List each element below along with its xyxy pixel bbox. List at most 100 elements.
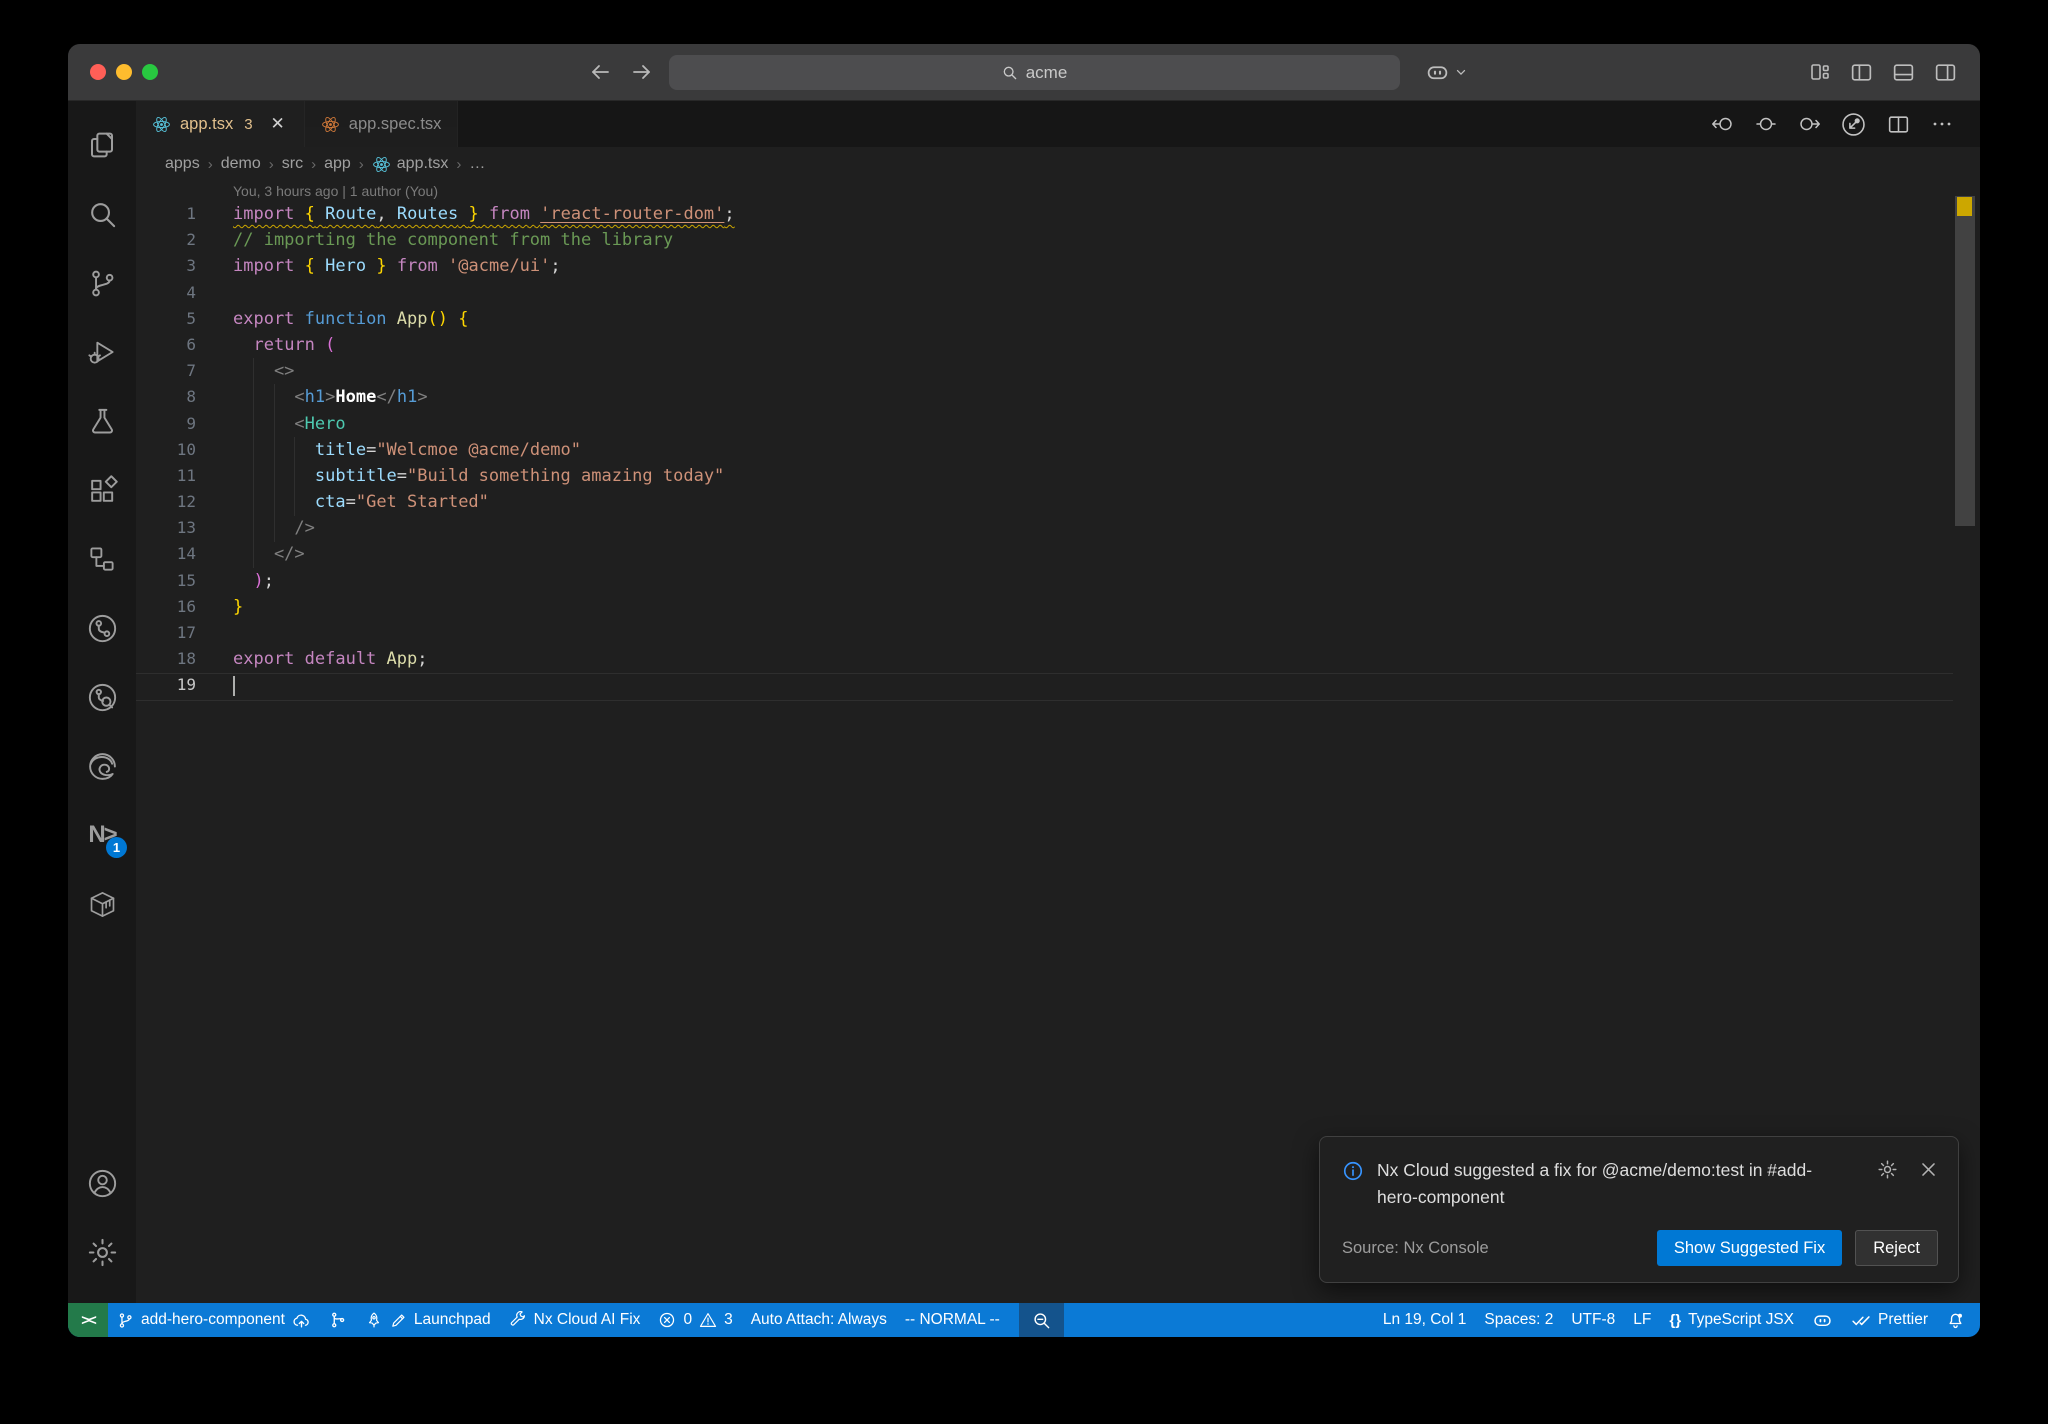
code-editor[interactable]: 1 import { Route, Routes } from 'react-ro… [136,201,1980,699]
activity-bar-item-gitlens-inspect[interactable] [84,679,120,715]
activity-bar-item-settings[interactable] [84,1234,120,1270]
settings-icon [86,1236,119,1269]
arrow-forward-icon[interactable] [630,60,654,84]
activity-bar-item-references[interactable] [84,541,120,577]
zoom-indicator-item[interactable] [1018,1303,1064,1337]
reject-button[interactable]: Reject [1855,1230,1938,1266]
breadcrumb-item-demo[interactable]: demo [221,155,261,173]
language-mode-item[interactable]: {} TypeScript JSX [1660,1303,1803,1337]
status-label: -- NORMAL -- [904,1311,1000,1328]
nx-cloud-ai-fix-item[interactable]: Nx Cloud AI Fix [500,1303,650,1337]
minimize-window-button[interactable] [116,64,132,80]
breadcrumb[interactable]: apps › demo › src › app › app.tsx ›… [136,147,1980,181]
status-bar: >< add-hero-component Launchpad Nx Cloud AI… [68,1303,1980,1337]
activity-bar-item-explorer[interactable] [84,127,120,163]
title-bar: acme [68,44,1980,101]
auto-attach-item[interactable]: Auto Attach: Always [742,1303,896,1337]
toggle-panel-icon[interactable] [1891,60,1916,85]
activity-bar-item-edge-browser[interactable] [84,748,120,784]
problems-item[interactable]: 03 [649,1303,741,1337]
breadcrumb-separator: › [311,155,317,173]
code-line-5: 5 export function App() { [136,306,1980,332]
line-number: 8 [186,387,196,407]
activity-bar-item-search[interactable] [84,196,120,232]
copilot-icon[interactable] [1425,60,1450,85]
activity-bar-item-nx-console[interactable]: N> 1 [84,817,127,858]
activity-bar-item-testing[interactable] [84,403,120,439]
run-graph-circle-icon[interactable] [1840,111,1867,138]
indentation-item[interactable]: Spaces: 2 [1475,1303,1562,1337]
tab-app.spec.tsx[interactable]: app.spec.tsx [304,101,459,147]
indent-guide [294,437,295,516]
activity-bar-item-gitlens[interactable] [84,610,120,646]
breadcrumb-item-src[interactable]: src [282,155,303,173]
vim-mode-item[interactable]: -- NORMAL -- [896,1303,1009,1337]
notification-close-icon[interactable] [1919,1160,1938,1179]
editor-scrollbar[interactable] [1953,196,1977,1303]
pencil-icon [390,1312,407,1329]
scrollbar-thumb[interactable] [1955,196,1975,526]
line-number: 1 [186,204,196,223]
notifications-bell-item[interactable] [1937,1303,1974,1337]
encoding-item[interactable]: UTF-8 [1562,1303,1624,1337]
chevron-down-icon[interactable] [1454,65,1468,79]
arrow-back-icon[interactable] [588,60,612,84]
close-window-button[interactable] [90,64,106,80]
breadcrumb-item-label: src [281,155,304,172]
rocket-icon [365,1311,383,1329]
launchpad-item[interactable]: Launchpad [356,1303,500,1337]
tab-app.tsx[interactable]: app.tsx 3 ✕ [136,101,305,147]
breadcrumb-item-app[interactable]: app [324,155,351,173]
code-line-14: 14 </> [136,541,1980,567]
eol-item[interactable]: LF [1624,1303,1660,1337]
error-icon [658,1311,676,1329]
copilot-icon [1812,1310,1833,1331]
more-actions-icon[interactable] [1930,112,1954,136]
toggle-secondary-sidebar-icon[interactable] [1933,60,1958,85]
notification-source: Source: Nx Console [1342,1238,1489,1257]
commit-graph-icon [329,1311,347,1329]
remote-indicator[interactable]: >< [68,1303,108,1337]
breadcrumb-separator: › [358,155,364,173]
nav-back-circle-icon[interactable] [1711,112,1735,136]
breadcrumb-item-…[interactable]: … [469,155,485,173]
code-line-text: } [233,596,244,617]
code-line-10: 10 title="Welcmoe @acme/demo" [136,437,1980,463]
react-orange-icon [321,115,340,134]
run-debug-icon [86,336,118,368]
line-number: 17 [176,623,196,642]
activity-bar-item-run-debug[interactable] [84,334,120,370]
text-cursor [233,675,235,696]
code-line-6: 6 return ( [136,332,1980,358]
split-editor-icon[interactable] [1886,112,1911,137]
git-branch-item[interactable]: add-hero-component [108,1303,320,1337]
nav-forward-circle-icon[interactable] [1797,112,1821,136]
nav-circle-icon[interactable] [1754,112,1778,136]
info-icon [1342,1157,1364,1182]
customize-layout-icon[interactable] [1808,60,1832,84]
containers-icon [87,889,118,920]
activity-bar-item-containers[interactable] [84,886,120,922]
cursor-position-item[interactable]: Ln 19, Col 1 [1374,1303,1476,1337]
code-line-text: return ( [253,334,336,355]
breadcrumb-item-apps[interactable]: apps [165,155,200,173]
activity-bar-item-account[interactable] [84,1165,120,1201]
line-number: 18 [176,649,196,669]
show-suggested-fix-button[interactable]: Show Suggested Fix [1656,1230,1843,1266]
search-value: acme [1025,62,1068,82]
status-label: >< [81,1311,96,1329]
indent-guide [274,384,275,542]
commit-graph-item[interactable] [320,1303,356,1337]
tab-close-icon[interactable]: ✕ [268,113,288,135]
breadcrumb-separator: › [207,155,213,173]
activity-bar-item-source-control[interactable] [84,265,120,301]
toggle-primary-sidebar-icon[interactable] [1849,60,1874,85]
notification-settings-gear-icon[interactable] [1877,1159,1898,1180]
copilot-item[interactable] [1803,1303,1842,1337]
breadcrumb-item-app.tsx[interactable]: app.tsx [372,155,448,174]
command-center-search[interactable]: acme [669,55,1400,90]
prettier-item[interactable]: Prettier [1842,1303,1937,1337]
explorer-icon [86,129,118,161]
zoom-window-button[interactable] [142,64,158,80]
activity-bar-item-extensions[interactable] [84,472,120,508]
